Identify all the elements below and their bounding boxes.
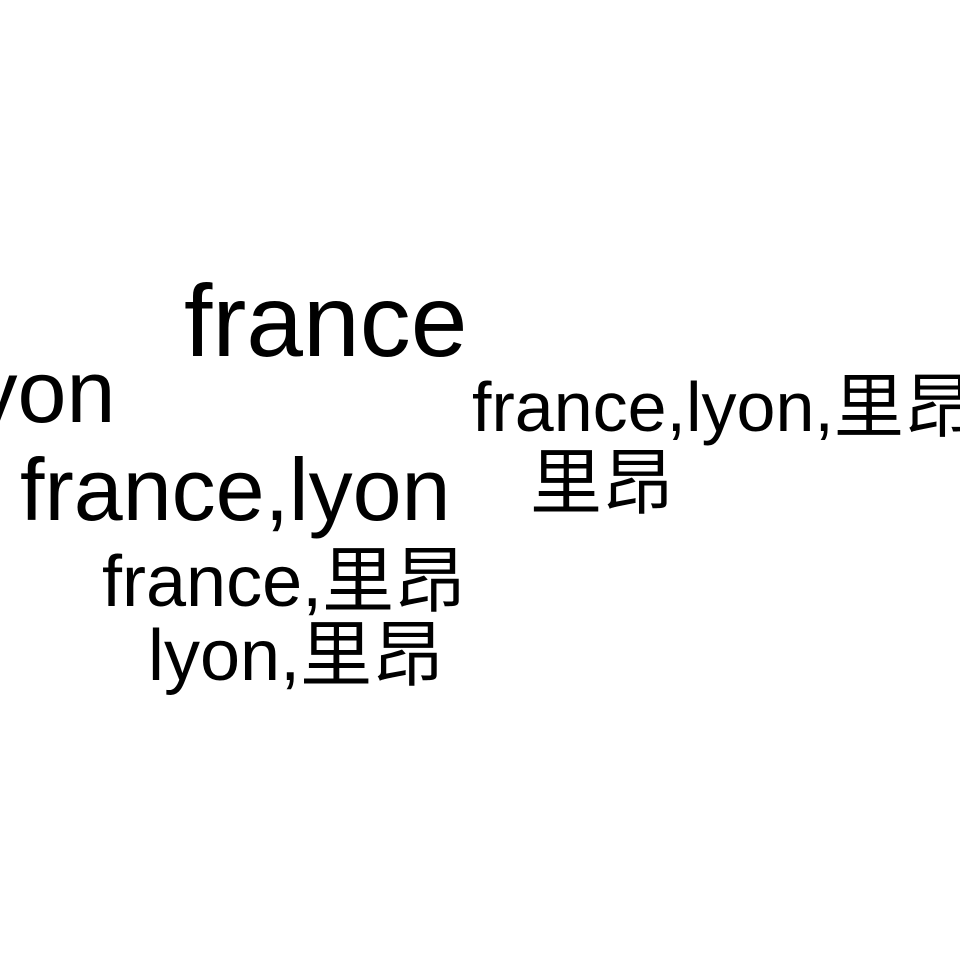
word-lyon-text: lyon <box>0 342 116 441</box>
word-france-lyon: france,lyon <box>20 440 451 539</box>
word-liang: 里昂 <box>530 444 675 524</box>
word-cloud: france lyon france,lyon,里昂 france,lyon 里… <box>0 0 960 960</box>
word-france: france <box>184 264 468 378</box>
word-lyon-liang: lyon,里昂 <box>148 616 445 696</box>
word-lyon: lyon <box>0 348 115 436</box>
word-france-lyon-liang: france,lyon,里昂 <box>472 368 960 446</box>
word-france-liang: france,里昂 <box>102 542 467 622</box>
